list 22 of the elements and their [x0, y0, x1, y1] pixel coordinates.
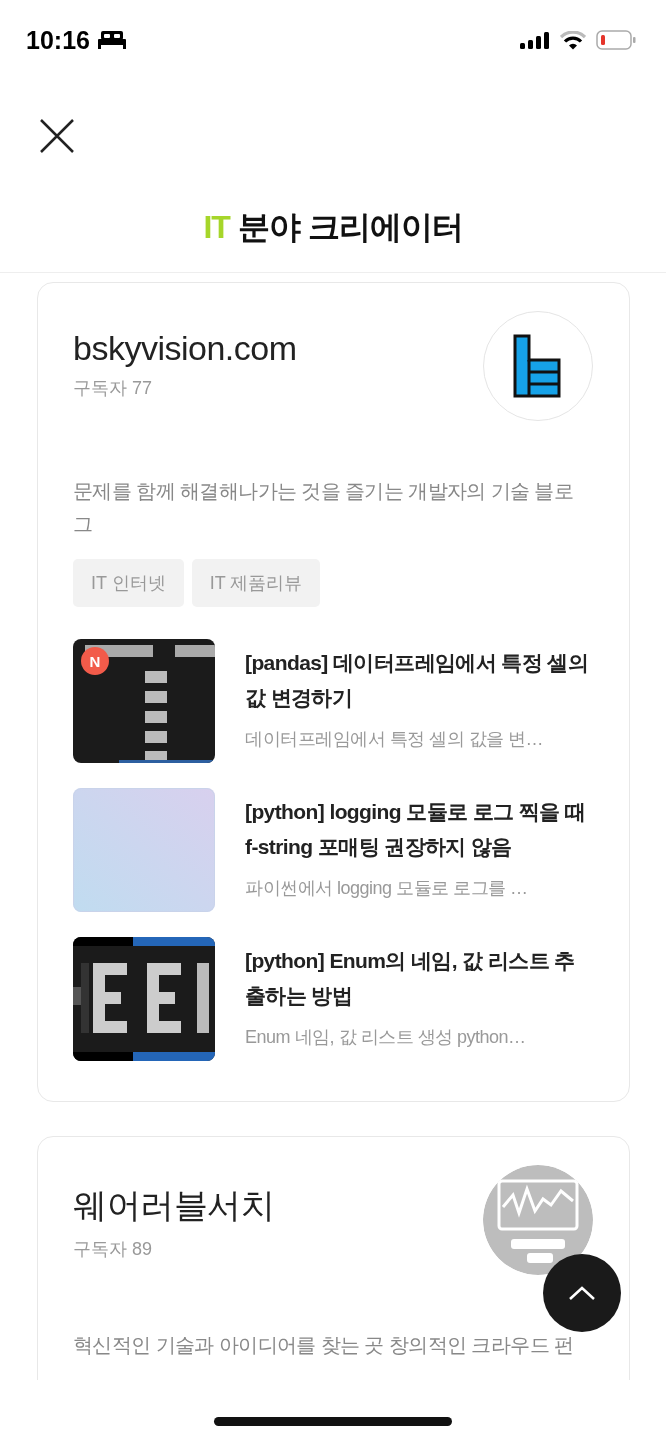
page-title: IT 분야 크리에이터 — [202, 208, 464, 247]
creator-description: 문제를 함께 해결해나가는 것을 즐기는 개발자의 기술 블로그 — [73, 479, 575, 537]
post-excerpt: 데이터프레임에서 특정 셀의 값을 변… — [245, 728, 544, 751]
post-excerpt: 파이썬에서 logging 모듈로 로그를 … — [245, 877, 529, 900]
signal-icon — [520, 31, 550, 49]
status-time: 10:16 — [26, 25, 90, 55]
post-excerpt: Enum 네임, 값 리스트 생성 python… — [245, 1026, 527, 1049]
logo-icon — [483, 1165, 593, 1275]
creator-description: 혁신적인 기술과 아이디어를 찾는 곳 창의적인 크라우드 펀 — [73, 1333, 575, 1358]
close-icon — [39, 118, 75, 154]
wifi-icon — [560, 30, 586, 50]
subscriber-count: 구독자 89 — [73, 1238, 154, 1261]
creator-name[interactable]: bskyvision.com — [73, 329, 297, 368]
post-title[interactable]: [python] Enum의 네임, 값 리스트 추출하는 방법 — [245, 943, 593, 1013]
logo-icon — [513, 334, 563, 398]
chevron-up-icon — [568, 1285, 596, 1301]
bed-icon — [97, 31, 126, 49]
post-title[interactable]: [pandas] 데이터프레임에서 특정 셀의 값 변경하기 — [245, 645, 593, 715]
creator-name[interactable]: 웨어러블서치 — [73, 1183, 274, 1229]
post-title[interactable]: [python] logging 모듈로 로그 찍을 때 f-string 포매팅 권장하지 않음 — [245, 794, 593, 864]
battery-icon — [596, 30, 636, 50]
subscriber-count: 구독자 77 — [73, 377, 154, 400]
